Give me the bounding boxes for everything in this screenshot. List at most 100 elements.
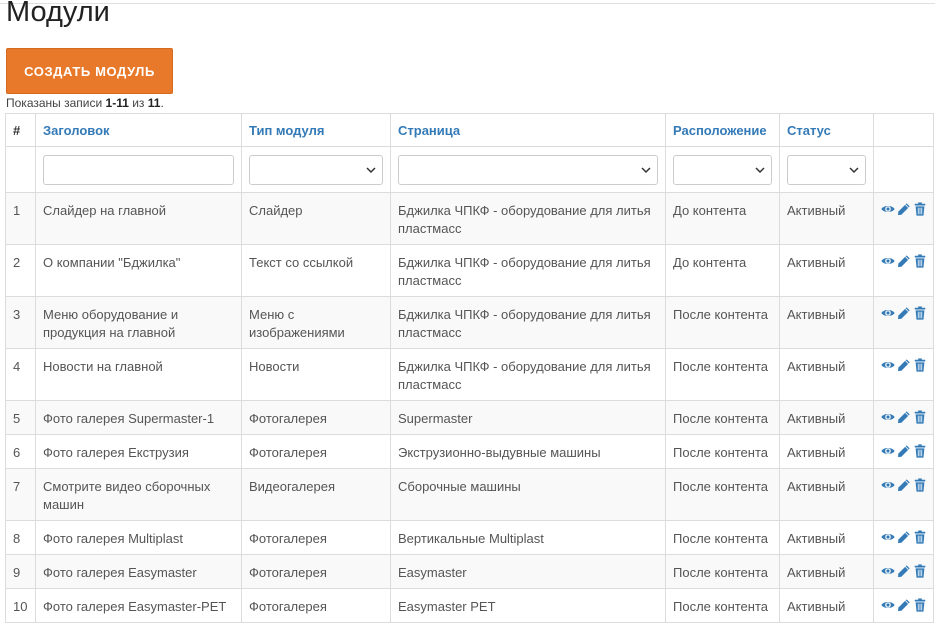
column-header-type[interactable]: Тип модуля [241,113,391,147]
filter-cell-empty [5,146,36,193]
page-title: Модули [6,0,110,28]
row-position: После контента [665,296,780,349]
row-number: 3 [5,296,36,349]
top-divider [0,3,935,4]
pencil-icon[interactable] [897,410,911,424]
position-filter-select[interactable] [673,154,772,185]
row-actions [873,244,934,297]
row-title: Фото галерея Easymaster-PET [35,588,242,623]
trash-icon[interactable] [913,202,927,216]
eye-icon[interactable] [881,410,895,424]
row-status: Активный [779,192,874,245]
pencil-icon[interactable] [897,564,911,578]
row-status: Активный [779,400,874,435]
row-type: Фотогалерея [241,520,391,555]
status-filter-select[interactable] [787,154,866,185]
eye-icon[interactable] [881,564,895,578]
pencil-icon[interactable] [897,202,911,216]
pencil-icon[interactable] [897,478,911,492]
eye-icon[interactable] [881,358,895,372]
pencil-icon[interactable] [897,598,911,612]
row-type: Фотогалерея [241,588,391,623]
row-status: Активный [779,434,874,469]
eye-icon[interactable] [881,444,895,458]
create-module-button[interactable]: СОЗДАТЬ МОДУЛЬ [6,48,173,94]
trash-icon[interactable] [913,598,927,612]
row-title: Новости на главной [35,348,242,401]
column-header-position[interactable]: Расположение [665,113,780,147]
trash-icon[interactable] [913,306,927,320]
table-body: 1 Слайдер на главной Слайдер Бджилка ЧПК… [5,192,934,623]
row-type: Текст со ссылкой [241,244,391,297]
page-filter-select[interactable] [398,154,658,185]
row-number: 2 [5,244,36,297]
row-number: 4 [5,348,36,401]
row-number: 8 [5,520,36,555]
row-type: Новости [241,348,391,401]
chevron-down-icon [849,166,859,173]
eye-icon[interactable] [881,202,895,216]
table-row: 3 Меню оборудование и продукция на главн… [5,296,934,349]
row-position: После контента [665,520,780,555]
row-page: Easymaster PET [390,588,666,623]
row-page: Бджилка ЧПКФ - оборудование для литья пл… [390,348,666,401]
pencil-icon[interactable] [897,306,911,320]
row-page: Supermaster [390,400,666,435]
row-actions [873,468,934,521]
row-title: Фото галерея Екструзия [35,434,242,469]
row-title: Меню оборудование и продукция на главной [35,296,242,349]
column-header-actions [873,113,934,147]
row-position: После контента [665,400,780,435]
column-header-page[interactable]: Страница [390,113,666,147]
row-position: После контента [665,554,780,589]
filter-cell-page [390,146,666,193]
pencil-icon[interactable] [897,254,911,268]
filter-cell-title [35,146,242,193]
row-title: О компании "Бджилка" [35,244,242,297]
row-page: Бджилка ЧПКФ - оборудование для литья пл… [390,192,666,245]
chevron-down-icon [641,166,651,173]
chevron-down-icon [755,166,765,173]
row-number: 10 [5,588,36,623]
row-page: Бджилка ЧПКФ - оборудование для литья пл… [390,296,666,349]
row-page: Сборочные машины [390,468,666,521]
pencil-icon[interactable] [897,358,911,372]
column-header-title[interactable]: Заголовок [35,113,242,147]
row-type: Видеогалерея [241,468,391,521]
eye-icon[interactable] [881,598,895,612]
trash-icon[interactable] [913,410,927,424]
row-title: Смотрите видео сборочных машин [35,468,242,521]
row-status: Активный [779,520,874,555]
row-type: Фотогалерея [241,434,391,469]
row-status: Активный [779,554,874,589]
eye-icon[interactable] [881,478,895,492]
filter-cell-position [665,146,780,193]
filter-cell-actions [873,146,934,193]
trash-icon[interactable] [913,254,927,268]
trash-icon[interactable] [913,444,927,458]
row-type: Слайдер [241,192,391,245]
column-header-status[interactable]: Статус [779,113,874,147]
trash-icon[interactable] [913,478,927,492]
pencil-icon[interactable] [897,530,911,544]
records-summary: Показаны записи 1-11 из 11. [6,96,164,110]
filter-row [5,146,934,193]
title-filter-input[interactable] [43,154,234,185]
table-row: 2 О компании "Бджилка" Текст со ссылкой … [5,244,934,297]
trash-icon[interactable] [913,530,927,544]
row-position: После контента [665,348,780,401]
row-number: 5 [5,400,36,435]
table-row: 8 Фото галерея Multiplast Фотогалерея Ве… [5,520,934,555]
type-filter-select[interactable] [249,154,383,185]
eye-icon[interactable] [881,530,895,544]
row-page: Вертикальные Multiplast [390,520,666,555]
trash-icon[interactable] [913,564,927,578]
pencil-icon[interactable] [897,444,911,458]
eye-icon[interactable] [881,306,895,320]
row-actions [873,348,934,401]
row-actions [873,192,934,245]
row-actions [873,554,934,589]
column-header-number: # [5,113,36,147]
trash-icon[interactable] [913,358,927,372]
eye-icon[interactable] [881,254,895,268]
